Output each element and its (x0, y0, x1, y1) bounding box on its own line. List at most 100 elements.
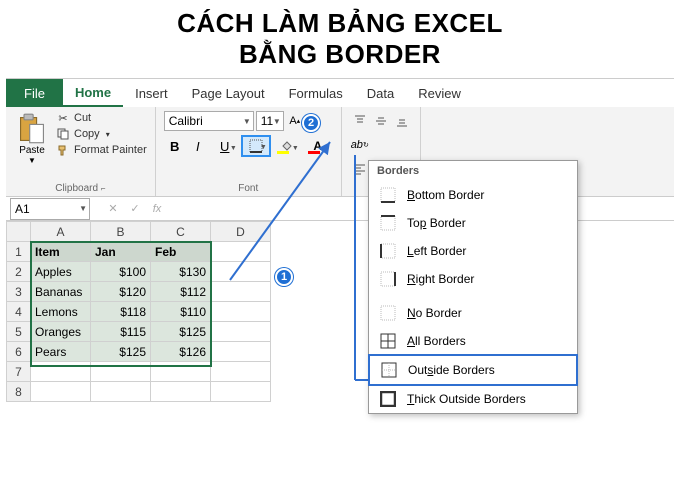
row-header[interactable]: 7 (7, 362, 31, 382)
fx-icon[interactable]: fx (148, 200, 166, 218)
font-name-combo[interactable]: Calibri ▼ (164, 111, 254, 131)
name-box[interactable]: A1 ▼ (10, 198, 90, 220)
cell[interactable] (211, 282, 271, 302)
tab-page-layout[interactable]: Page Layout (180, 79, 277, 107)
italic-button[interactable]: I (187, 135, 209, 157)
row-header[interactable]: 1 (7, 242, 31, 262)
chevron-down-icon[interactable]: ▼ (28, 156, 36, 165)
cell[interactable] (31, 382, 91, 402)
border-item-bottom[interactable]: Bottom Border (369, 181, 577, 209)
align-middle-button[interactable] (371, 111, 391, 131)
cell[interactable]: $130 (151, 262, 211, 282)
border-item-thick-outside[interactable]: Thick Outside Borders (369, 385, 577, 413)
cell[interactable] (91, 382, 151, 402)
row-header[interactable]: 4 (7, 302, 31, 322)
border-item-right[interactable]: Right Border (369, 265, 577, 293)
orientation-button[interactable]: ab↻ (350, 135, 370, 155)
cell[interactable]: $125 (91, 342, 151, 362)
cell[interactable]: Feb (151, 242, 211, 262)
border-item-left[interactable]: Left Border (369, 237, 577, 265)
borders-button[interactable]: ▼ (241, 135, 271, 157)
increase-font-button[interactable]: A▴ (286, 111, 304, 131)
cell[interactable] (211, 242, 271, 262)
paste-button[interactable]: Paste ▼ (14, 111, 50, 194)
cell[interactable] (211, 362, 271, 382)
cell[interactable]: Apples (31, 262, 91, 282)
tab-data[interactable]: Data (355, 79, 406, 107)
chevron-down-icon: ▼ (243, 117, 251, 126)
chevron-down-icon: ▼ (323, 145, 330, 152)
align-bottom-button[interactable] (392, 111, 412, 131)
row-header[interactable]: 3 (7, 282, 31, 302)
cell[interactable]: $112 (151, 282, 211, 302)
cell[interactable] (211, 382, 271, 402)
cell[interactable] (211, 302, 271, 322)
cell[interactable]: $110 (151, 302, 211, 322)
chevron-down-icon: ▼ (260, 144, 267, 151)
border-item-none[interactable]: No Border (369, 299, 577, 327)
tab-formulas[interactable]: Formulas (277, 79, 355, 107)
cell[interactable]: $125 (151, 322, 211, 342)
cell[interactable]: Lemons (31, 302, 91, 322)
cell[interactable] (211, 322, 271, 342)
format-painter-label: Format Painter (74, 144, 147, 156)
cell[interactable] (211, 262, 271, 282)
cut-button[interactable]: ✂ Cut (56, 111, 147, 125)
copy-button[interactable]: Copy▾ (56, 127, 147, 141)
row-header[interactable]: 5 (7, 322, 31, 342)
border-item-outside[interactable]: Outside Borders (368, 354, 578, 386)
border-label: Left Border (407, 244, 466, 258)
cell[interactable]: Item (31, 242, 91, 262)
col-header-c[interactable]: C (151, 222, 211, 242)
format-painter-button[interactable]: Format Painter (56, 143, 147, 157)
cell[interactable]: $118 (91, 302, 151, 322)
tab-insert[interactable]: Insert (123, 79, 180, 107)
underline-button[interactable]: U▼ (210, 135, 240, 157)
font-size-value: 11 (261, 114, 273, 128)
cut-label: Cut (74, 112, 91, 124)
cell[interactable]: Pears (31, 342, 91, 362)
tab-review[interactable]: Review (406, 79, 473, 107)
border-item-top[interactable]: Top Border (369, 209, 577, 237)
bold-button[interactable]: B (164, 135, 186, 157)
cancel-icon[interactable]: ✕ (104, 200, 122, 218)
border-right-icon (379, 270, 397, 288)
borders-menu-title: Borders (369, 161, 577, 181)
tab-home[interactable]: Home (63, 79, 123, 107)
align-left-button[interactable] (350, 159, 370, 179)
select-all-corner[interactable] (7, 222, 31, 242)
cell[interactable] (31, 362, 91, 382)
cell[interactable]: Bananas (31, 282, 91, 302)
border-label: Outside Borders (408, 363, 495, 377)
cell[interactable] (151, 382, 211, 402)
col-header-b[interactable]: B (91, 222, 151, 242)
col-header-d[interactable]: D (211, 222, 271, 242)
font-color-button[interactable]: A ▼ (303, 135, 333, 157)
cell[interactable]: $100 (91, 262, 151, 282)
cell[interactable] (91, 362, 151, 382)
cell[interactable]: $115 (91, 322, 151, 342)
row-header[interactable]: 2 (7, 262, 31, 282)
cell[interactable]: $120 (91, 282, 151, 302)
chevron-down-icon: ▼ (292, 145, 299, 152)
enter-icon[interactable]: ✓ (126, 200, 144, 218)
cell[interactable] (211, 342, 271, 362)
row-header[interactable]: 6 (7, 342, 31, 362)
cell[interactable] (151, 362, 211, 382)
border-label: Bottom Border (407, 188, 484, 202)
col-header-a[interactable]: A (31, 222, 91, 242)
cell[interactable]: Jan (91, 242, 151, 262)
border-none-icon (379, 304, 397, 322)
copy-label: Copy (74, 128, 100, 140)
cell[interactable]: $126 (151, 342, 211, 362)
row-header[interactable]: 8 (7, 382, 31, 402)
border-item-all[interactable]: All Borders (369, 327, 577, 355)
font-size-combo[interactable]: 11 ▼ (256, 111, 284, 131)
fill-color-button[interactable]: ▼ (272, 135, 302, 157)
border-left-icon (379, 242, 397, 260)
cell[interactable]: Oranges (31, 322, 91, 342)
tab-file[interactable]: File (6, 79, 63, 107)
border-label: Right Border (407, 272, 474, 286)
page-title-line2: BẰNG BORDER (0, 39, 680, 78)
align-top-button[interactable] (350, 111, 370, 131)
